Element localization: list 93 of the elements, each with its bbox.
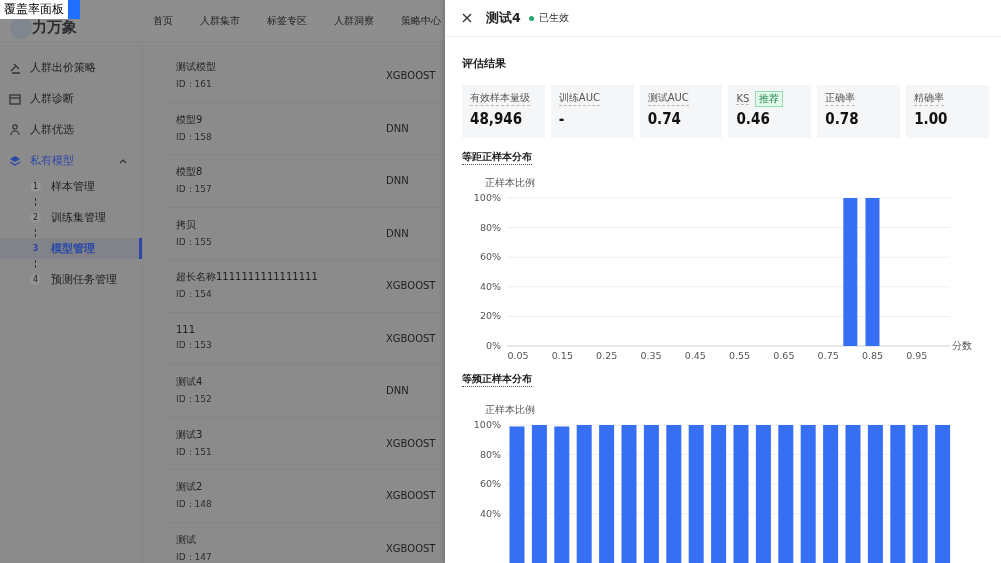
axis-label: 正样本比例 [485,177,535,188]
chart-title: 等距正样本分布 [462,150,532,165]
model-id: ID：152 [176,393,212,407]
metric-label: 有效样本量级 [470,91,530,106]
sidebar-item[interactable]: 人群诊断 [0,83,142,114]
logo-text: 力万象 [32,18,77,37]
step-number: 4 [30,274,41,285]
nav-item[interactable]: 首页 [153,13,173,28]
model-id: ID：158 [176,130,212,144]
model-type: XGBOOST [386,70,436,82]
sidebar-item[interactable]: 私有模型 [0,145,142,176]
axis-label: 正样本比例 [485,404,535,415]
tick-label: 0.15 [551,350,573,360]
model-id: ID：153 [176,339,212,353]
close-icon[interactable] [462,13,472,23]
step-number: 2 [30,212,41,223]
model-name[interactable]: 测试 [176,532,196,547]
tick-label: 100% [473,192,501,203]
metric-value: 48,946 [470,110,523,128]
sidebar-subitem[interactable]: 4 预测任务管理 [0,269,142,290]
model-id: ID：151 [176,445,212,459]
sidebar-item[interactable]: 人群优选 [0,114,142,145]
step-number: 3 [31,243,40,254]
model-name[interactable]: 超长名称1111111111111111 [176,270,318,285]
step-number: 1 [30,181,41,192]
tick-label: 60% [479,251,501,263]
tick-label: 0.65 [773,350,795,360]
model-id: ID：147 [176,550,212,563]
axis-label: 分数 [952,340,972,351]
metric-value: 0.46 [736,110,770,128]
model-type: XGBOOST [386,437,436,449]
model-type: XGBOOST [386,332,436,344]
sidebar-subitem[interactable]: 2 训练集管理 [0,207,142,228]
nav-item[interactable]: 策略中心 [401,13,441,28]
tick-label: 0.85 [861,350,884,360]
model-type: XGBOOST [386,542,436,554]
model-id: ID：154 [176,288,212,302]
panel-tag: 覆盖率面板 [0,0,80,19]
recommend-tag: 推荐 [755,90,784,107]
nav-item[interactable]: 人群集市 [200,13,240,28]
model-name[interactable]: 测试4 [176,375,203,390]
metric-label: 测试AUC [647,91,689,106]
metric-label: 精确率 [914,91,945,106]
model-id: ID：157 [176,183,212,197]
model-type: DNN [386,175,409,187]
sidebar-subitem[interactable]: 1 样本管理 [0,176,142,197]
drawer-title: 测试4 [486,9,521,27]
tick-label: 0.45 [684,350,706,360]
model-name[interactable]: 拷贝 [176,217,196,232]
tick-label: 100% [473,419,501,430]
model-type: XGBOOST [386,490,436,502]
tick-label: 0.55 [729,350,751,360]
metric-label: 正确率 [825,91,856,106]
tick-label: 0.25 [596,350,618,360]
model-type: DNN [386,122,409,134]
metric-value: 1.00 [914,110,948,128]
metric-label: 训练AUC [558,91,600,106]
chart-title: 等频正样本分布 [462,372,532,387]
tick-label: 0.75 [817,350,839,360]
user-icon [8,122,22,137]
model-name[interactable]: 模型8 [176,165,203,180]
model-type: XGBOOST [386,280,436,292]
metric-value: 0.74 [647,110,681,128]
tick-label: 80% [479,448,501,460]
model-name[interactable]: 测试模型 [176,60,216,75]
model-name[interactable]: 111 [176,324,196,336]
tick-label: 40% [479,507,501,519]
section-title: 评估结果 [462,57,507,71]
tick-label: 0.05 [507,350,529,360]
tick-label: 0.95 [906,350,928,360]
model-id: ID：161 [176,78,212,92]
layers-icon [8,153,22,168]
metric-value: 0.78 [825,110,859,128]
model-type: DNN [386,385,409,397]
model-name[interactable]: 测试3 [176,427,203,442]
tick-label: 80% [479,221,501,233]
nav-item[interactable]: 人群洞察 [334,13,374,28]
tick-label: 60% [479,478,501,490]
model-type: DNN [386,227,409,239]
tick-label: 40% [479,280,501,292]
tick-label: 0.35 [640,350,662,360]
window-icon [8,91,22,106]
metric-value: - [558,110,565,128]
sidebar-item[interactable]: 人群出价策略 [0,52,142,83]
model-id: ID：155 [176,235,212,249]
tick-label: 0% [485,340,501,351]
metric-label: KS [736,92,750,105]
model-id: ID：148 [176,498,212,512]
model-name[interactable]: 模型9 [176,112,203,127]
tick-label: 20% [479,310,501,322]
nav-item[interactable]: 标签专区 [267,13,307,28]
model-name[interactable]: 测试2 [176,480,203,495]
status-label: 已生效 [538,11,569,25]
